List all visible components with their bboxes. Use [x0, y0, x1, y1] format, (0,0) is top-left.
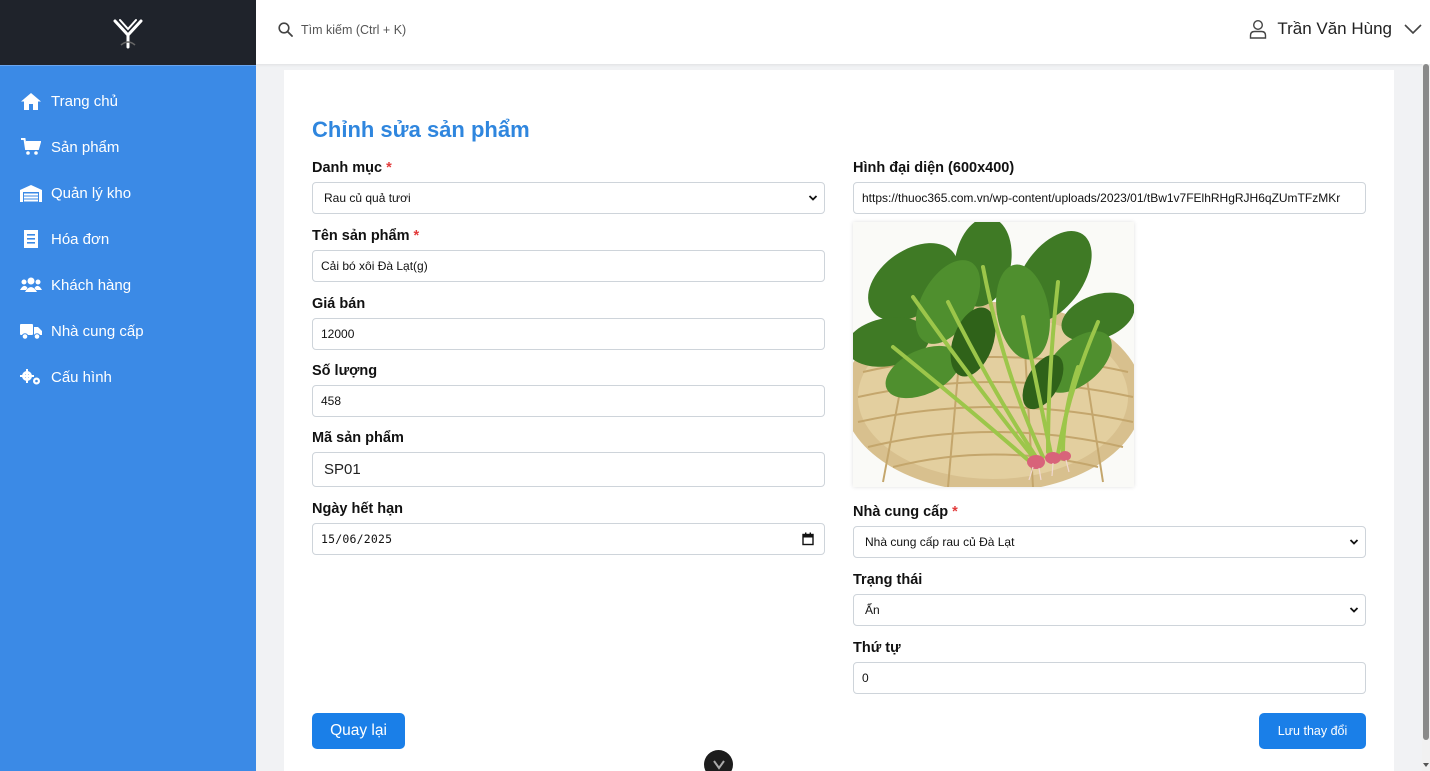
product-code-value: SP01: [324, 461, 361, 478]
required-mark: *: [952, 504, 958, 520]
user-icon: [1250, 19, 1267, 39]
expiry-date-label: Ngày hết hạn: [312, 501, 403, 517]
quantity-value: 458: [321, 394, 342, 408]
supplier-label-text: Nhà cung cấp: [853, 504, 949, 520]
page-title: Chỉnh sửa sản phẩm: [312, 117, 530, 142]
status-label: Trạng thái: [853, 572, 922, 588]
chevron-logo-icon: [712, 759, 725, 770]
sidebar-item-label: Trang chủ: [51, 92, 118, 110]
expiry-date-label-text: Ngày hết hạn: [312, 501, 404, 517]
spinach-image: [853, 222, 1134, 487]
topbar: Tìm kiếm (Ctrl + K) Trần Văn Hùng: [256, 0, 1430, 64]
status-value: Ẩn: [865, 603, 880, 617]
sidebar-item-label: Nhà cung cấp: [51, 322, 144, 340]
image-url-label-text: Hình đại diện (600x400): [853, 160, 1015, 176]
sort-order-label: Thứ tự: [853, 640, 901, 656]
status-label-text: Trạng thái: [853, 572, 923, 588]
cart-icon: [20, 137, 42, 157]
floating-logo-button[interactable]: [704, 750, 733, 771]
chevron-down-icon: [808, 195, 818, 201]
category-label-text: Danh mục: [312, 160, 383, 176]
category-select[interactable]: Rau củ quả tươi: [312, 182, 825, 214]
save-changes-button[interactable]: Lưu thay đổi: [1259, 713, 1366, 749]
quantity-label-text: Số lượng: [312, 363, 378, 379]
users-icon: [20, 275, 42, 295]
sort-order-label-text: Thứ tự: [853, 640, 901, 656]
product-name-label: Tên sản phẩm *: [312, 228, 419, 244]
quantity-label: Số lượng: [312, 363, 377, 379]
product-name-value: Cải bó xôi Đà Lạt(g): [321, 259, 428, 273]
search-icon: [278, 22, 293, 37]
edit-product-card: Chỉnh sửa sản phẩm Danh mục * Rau củ quả …: [284, 70, 1394, 771]
receipt-icon: [20, 229, 42, 249]
truck-icon: [20, 321, 42, 341]
gears-icon: [20, 367, 42, 387]
search-box[interactable]: Tìm kiếm (Ctrl + K): [278, 22, 406, 37]
user-menu[interactable]: Trần Văn Hùng: [1249, 19, 1422, 39]
sidebar-item-invoices[interactable]: Hóa đơn: [0, 216, 256, 262]
category-label: Danh mục *: [312, 160, 392, 176]
sidebar-item-label: Sản phẩm: [51, 138, 120, 156]
sidebar-item-label: Quản lý kho: [51, 184, 132, 202]
sidebar-item-warehouse[interactable]: Quản lý kho: [0, 170, 256, 216]
expiry-date-input[interactable]: 15/06/2025: [312, 523, 825, 555]
supplier-value: Nhà cung cấp rau củ Đà Lạt: [865, 535, 1015, 549]
home-icon: [20, 91, 42, 111]
status-select[interactable]: Ẩn: [853, 594, 1366, 626]
product-name-input[interactable]: Cải bó xôi Đà Lạt(g): [312, 250, 825, 282]
supplier-select[interactable]: Nhà cung cấp rau củ Đà Lạt: [853, 526, 1366, 558]
required-mark: *: [413, 228, 420, 244]
supplier-label: Nhà cung cấp *: [853, 504, 958, 520]
logo-icon: [113, 18, 143, 48]
chevron-down-icon: [1349, 539, 1359, 545]
sidebar-item-products[interactable]: Sản phẩm: [0, 124, 256, 170]
search-placeholder[interactable]: Tìm kiếm (Ctrl + K): [301, 23, 406, 37]
sidebar-item-suppliers[interactable]: Nhà cung cấp: [0, 308, 256, 354]
back-button[interactable]: Quay lại: [312, 713, 405, 749]
product-code-label-text: Mã sản phẩm: [312, 430, 404, 446]
required-mark: *: [386, 160, 392, 176]
page-scrollbar[interactable]: [1422, 64, 1430, 771]
scroll-down-arrow-icon[interactable]: [1422, 759, 1430, 771]
calendar-icon[interactable]: [802, 532, 814, 546]
sidebar-item-label: Hóa đơn: [51, 230, 110, 248]
price-label-text: Giá bán: [312, 296, 366, 312]
product-image-preview: [853, 222, 1134, 487]
product-code-label: Mã sản phẩm: [312, 430, 404, 446]
warehouse-icon: [20, 183, 42, 203]
image-url-label: Hình đại diện (600x400): [853, 160, 1014, 176]
logo[interactable]: [0, 0, 256, 66]
sort-order-value: 0: [862, 671, 869, 685]
chevron-down-icon: [1349, 607, 1359, 613]
image-url-value: https://thuoc365.com.vn/wp-content/uploa…: [862, 191, 1341, 205]
sidebar-item-home[interactable]: Trang chủ: [0, 78, 256, 124]
expiry-date-value: 15/06/2025: [321, 532, 393, 546]
image-url-input[interactable]: https://thuoc365.com.vn/wp-content/uploa…: [853, 182, 1366, 214]
chevron-down-icon: [1404, 24, 1422, 34]
product-code-input[interactable]: SP01: [312, 452, 825, 487]
sort-order-input[interactable]: 0: [853, 662, 1366, 694]
price-label: Giá bán: [312, 296, 365, 312]
user-name: Trần Văn Hùng: [1277, 19, 1392, 38]
product-name-label-text: Tên sản phẩm: [312, 228, 410, 244]
sidebar-item-label: Cấu hình: [51, 368, 112, 386]
sidebar-item-customers[interactable]: Khách hàng: [0, 262, 256, 308]
sidebar: Trang chủ Sản phẩm Quản lý kho Hóa đơn K…: [0, 0, 256, 771]
category-value: Rau củ quả tươi: [324, 191, 411, 205]
price-input[interactable]: 12000: [312, 318, 825, 350]
scrollbar-thumb[interactable]: [1423, 64, 1429, 740]
quantity-input[interactable]: 458: [312, 385, 825, 417]
price-value: 12000: [321, 327, 355, 341]
sidebar-item-settings[interactable]: Cấu hình: [0, 354, 256, 400]
sidebar-item-label: Khách hàng: [51, 276, 132, 294]
